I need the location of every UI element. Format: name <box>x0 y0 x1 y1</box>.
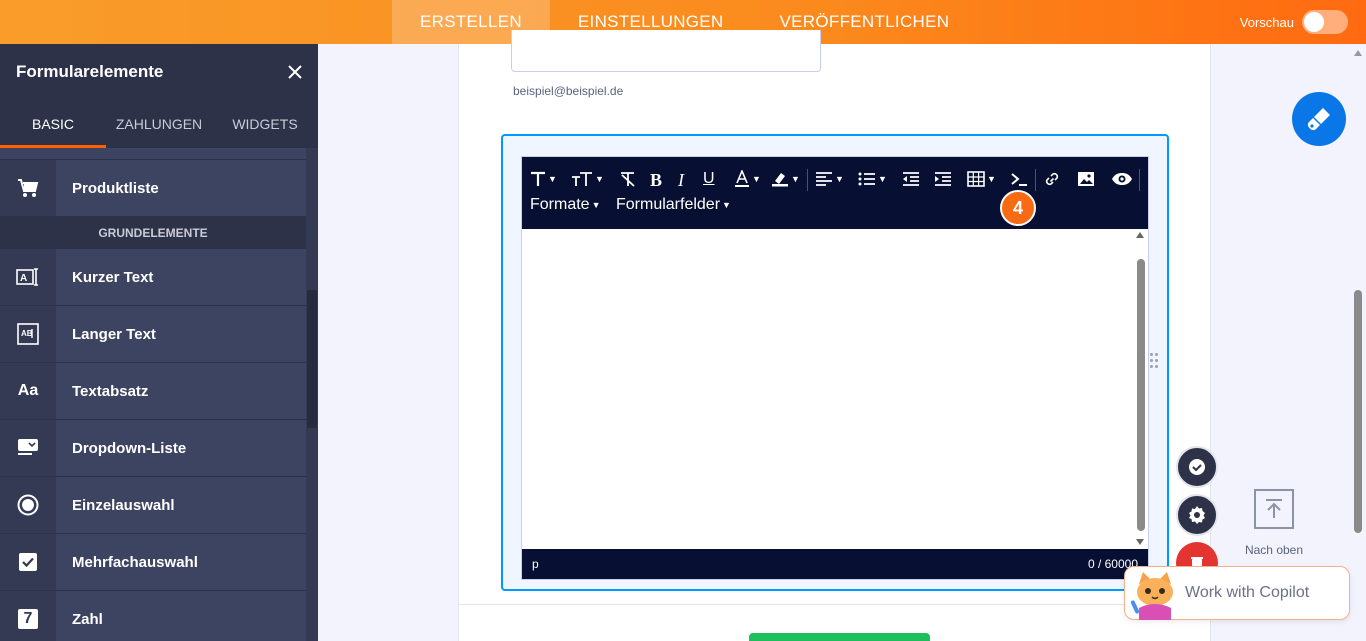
scroll-up-arrow-icon[interactable] <box>1136 232 1144 238</box>
number-icon: 7 <box>0 591 56 641</box>
sidebar-item-label: Kurzer Text <box>72 268 154 286</box>
copilot-cat-avatar-icon <box>1125 566 1185 620</box>
toolbar-separator <box>1035 169 1036 191</box>
sidebar-item-label: Mehrfachauswahl <box>72 553 198 571</box>
check-icon[interactable] <box>1176 446 1218 488</box>
form-fields-label: Formularfelder <box>616 196 721 213</box>
tab-zahlungen[interactable]: ZAHLUNGEN <box>106 100 212 148</box>
editor-toolbar: ▼ ▼ B I U ▼ ▼ ▼ ▼ ▼ Formate ▼ Formularfe… <box>522 157 1148 229</box>
italic-icon[interactable]: I <box>678 170 684 191</box>
checkbox-icon <box>0 534 56 590</box>
image-icon[interactable] <box>1077 171 1095 187</box>
sidebar-item-einzelauswahl[interactable]: Einzelauswahl <box>0 477 306 534</box>
preview-eye-icon[interactable] <box>1111 172 1133 186</box>
tab-widgets[interactable]: WIDGETS <box>212 100 318 148</box>
radio-icon <box>0 477 56 533</box>
outdent-icon[interactable] <box>902 171 920 187</box>
sidebar-item-mehrfachauswahl[interactable]: Mehrfachauswahl <box>0 534 306 591</box>
form-designer-paint-icon[interactable] <box>1292 92 1346 146</box>
formats-label: Formate <box>530 196 590 213</box>
tab-basic[interactable]: BASIC <box>0 100 106 148</box>
email-sublabel: beispiel@beispiel.de <box>513 84 624 98</box>
sidebar-item-label: Dropdown-Liste <box>72 439 187 457</box>
gear-icon[interactable] <box>1176 494 1218 536</box>
copilot-button[interactable]: Work with Copilot <box>1124 566 1350 620</box>
font-family-button[interactable]: ▼ <box>530 171 557 187</box>
underline-icon[interactable]: U <box>703 170 715 188</box>
svg-text:A: A <box>20 273 27 284</box>
sidebar-item-label: Langer Text <box>72 325 156 343</box>
align-icon[interactable]: ▼ <box>815 171 844 187</box>
copilot-label: Work with Copilot <box>1185 584 1310 601</box>
sidebar-item-label: Textabsatz <box>72 382 149 400</box>
bullet-list-icon[interactable]: ▼ <box>858 171 887 187</box>
number-glyph: 7 <box>18 609 38 629</box>
preview-toggle[interactable] <box>1302 10 1348 34</box>
resize-handle-icon[interactable] <box>1150 353 1160 371</box>
page-scrollbar-thumb[interactable] <box>1354 290 1362 533</box>
email-field[interactable] <box>511 30 821 72</box>
font-size-button[interactable]: ▼ <box>571 171 604 187</box>
sidebar-item-zahl[interactable]: 7 Zahl <box>0 591 306 641</box>
sidebar-item-dropdown[interactable]: Dropdown-Liste <box>0 420 306 477</box>
text-color-icon[interactable]: ▼ <box>734 170 761 188</box>
short-text-icon: A <box>0 249 56 305</box>
link-icon[interactable] <box>1043 171 1061 187</box>
list-item-partial <box>0 148 306 160</box>
preview-control: Vorschau <box>1240 0 1348 44</box>
clear-format-icon[interactable] <box>619 171 637 187</box>
section-divider <box>459 604 1211 605</box>
arrow-up-icon <box>1254 489 1294 529</box>
sidebar-scrollbar-thumb[interactable] <box>307 290 317 428</box>
bold-icon[interactable]: B <box>650 170 662 191</box>
editor-statusbar: p 0 / 60000 <box>522 549 1148 579</box>
sidebar-item-langer-text[interactable]: AB Langer Text <box>0 306 306 363</box>
sidebar-title: Formularelemente <box>16 62 164 81</box>
toggle-knob <box>1304 12 1324 32</box>
sidebar-item-textabsatz[interactable]: Aa Textabsatz <box>0 363 306 420</box>
toolbar-separator <box>807 169 808 191</box>
sidebar-item-produktliste[interactable]: Produktliste <box>0 160 306 217</box>
sidebar-item-label: Produktliste <box>72 179 159 197</box>
section-heading: GRUNDELEMENTE <box>0 217 306 249</box>
sidebar-item-kurzer-text[interactable]: A Kurzer Text <box>0 249 306 306</box>
editor-scrollbar-thumb[interactable] <box>1137 259 1145 531</box>
table-icon[interactable]: ▼ <box>967 171 996 187</box>
close-icon[interactable] <box>288 60 302 84</box>
formats-menu[interactable]: Formate ▼ <box>530 196 601 214</box>
long-text-icon: AB <box>0 306 56 362</box>
form-fields-menu[interactable]: Formularfelder ▼ <box>616 196 731 214</box>
sidebar-item-label: Zahl <box>72 610 103 628</box>
rich-text-editor: ▼ ▼ B I U ▼ ▼ ▼ ▼ ▼ Formate ▼ Formularfe… <box>521 156 1149 580</box>
toolbar-separator <box>1139 169 1140 191</box>
back-to-top-button[interactable]: Nach oben <box>1238 489 1310 557</box>
cart-icon <box>0 160 56 216</box>
form-elements-sidebar: Formularelemente BASIC ZAHLUNGEN WIDGETS… <box>0 44 318 641</box>
scroll-down-arrow-icon[interactable] <box>1136 539 1144 545</box>
sidebar-tabs: BASIC ZAHLUNGEN WIDGETS <box>0 100 318 148</box>
paragraph-icon: Aa <box>0 363 56 419</box>
element-path[interactable]: p <box>532 557 539 571</box>
element-list: Produktliste GRUNDELEMENTE A Kurzer Text… <box>0 148 306 641</box>
sidebar-item-label: Einzelauswahl <box>72 496 175 514</box>
preview-label: Vorschau <box>1239 14 1294 30</box>
dropdown-icon <box>0 420 56 476</box>
sidebar-header: Formularelemente <box>0 44 318 100</box>
editor-content-area[interactable] <box>522 229 1148 549</box>
svg-text:AB: AB <box>21 329 33 338</box>
step-badge: 4 <box>1000 190 1036 226</box>
submit-button[interactable] <box>749 633 930 641</box>
indent-icon[interactable] <box>934 171 952 187</box>
page-scroll-up-icon[interactable] <box>1354 50 1362 56</box>
back-to-top-label: Nach oben <box>1244 543 1304 557</box>
highlight-color-icon[interactable]: ▼ <box>771 171 800 187</box>
source-code-icon[interactable] <box>1010 171 1028 187</box>
